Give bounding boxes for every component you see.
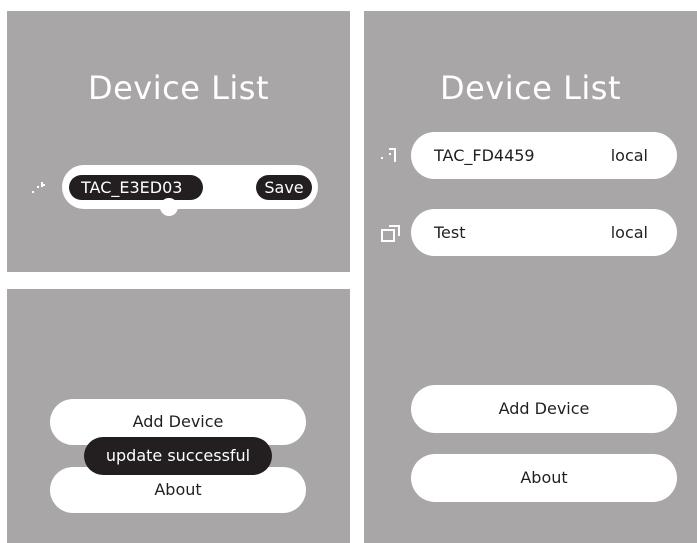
toast-message: update successful bbox=[84, 437, 272, 475]
device-box-icon bbox=[381, 225, 400, 242]
about-button[interactable]: About bbox=[411, 454, 677, 502]
device-list-screen: Device List TAC_FD4459 local Test local … bbox=[364, 11, 697, 543]
menu-screen: Add Device About update successful bbox=[7, 289, 350, 543]
device-row[interactable]: Test local bbox=[411, 209, 677, 256]
text-cursor-handle[interactable] bbox=[160, 198, 178, 216]
device-name-input[interactable] bbox=[69, 175, 203, 200]
wifi-signal-icon bbox=[381, 148, 396, 162]
edit-device-screen: Device List Save bbox=[7, 11, 350, 272]
device-name: TAC_FD4459 bbox=[434, 146, 535, 165]
add-device-button[interactable]: Add Device bbox=[411, 385, 677, 433]
device-status: local bbox=[610, 146, 648, 165]
save-button[interactable]: Save bbox=[256, 175, 312, 200]
page-title: Device List bbox=[439, 69, 622, 107]
page-title: Device List bbox=[87, 69, 270, 107]
device-name-edit-row: Save bbox=[62, 165, 318, 216]
device-name: Test bbox=[434, 223, 466, 242]
device-row[interactable]: TAC_FD4459 local bbox=[411, 132, 677, 179]
wifi-signal-icon bbox=[32, 182, 45, 193]
device-status: local bbox=[610, 223, 648, 242]
